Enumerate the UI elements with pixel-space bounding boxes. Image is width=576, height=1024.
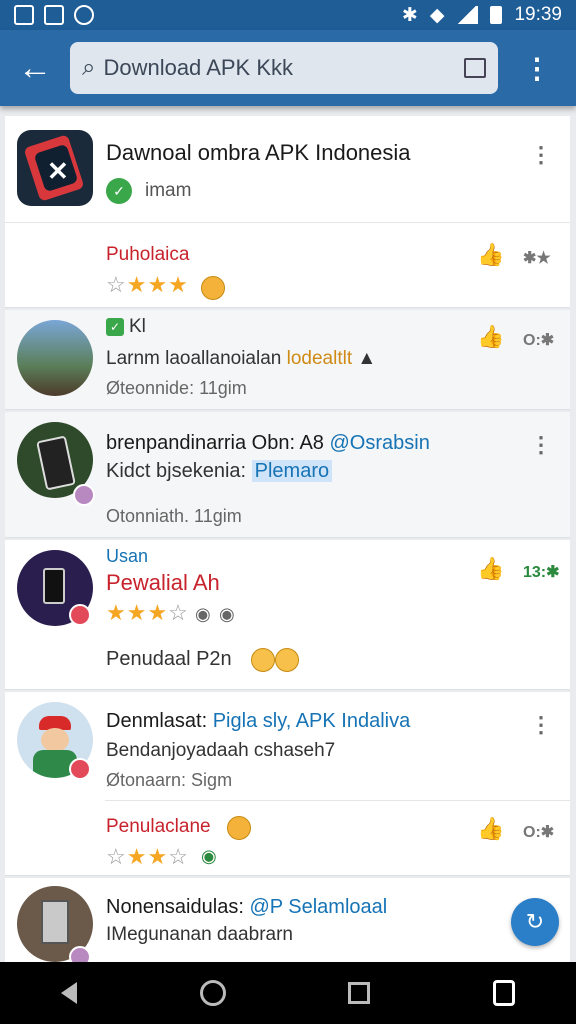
badge-icon (73, 484, 95, 506)
post-title-main: Nonensaidulas: (106, 896, 250, 918)
post-menu-icon[interactable]: ⋮ (530, 712, 552, 738)
post-author[interactable]: imam (145, 180, 191, 202)
wifi-icon: ◆ (429, 4, 445, 26)
feed: ✕ Dawnoal ombra APK Indonesia ✓ imam ⋮ P… (0, 106, 576, 962)
verified-icon: ✓ (106, 178, 132, 204)
app-bar: ← ⌕ Download APK Kkk ⋮ (0, 30, 576, 106)
like-icon[interactable]: 👍 (477, 556, 504, 582)
post-title[interactable]: Denmlasat: Pigla sly, APK Indaliva (106, 710, 410, 733)
status-time: 19:39 (514, 4, 562, 25)
scan-icon[interactable] (464, 58, 486, 78)
post-card[interactable]: Usan Pewalial Ah ★★★☆ ◉ ◉ Penudaal P2n 👍… (5, 540, 570, 690)
post-card[interactable]: ✓ Kl Larnm laoallanoialan lodealtlt ▲ Øt… (5, 310, 570, 410)
gallery-icon (44, 5, 64, 25)
post-text-main: Kidct bjsekenia: (106, 460, 252, 482)
post-card[interactable]: ✕ Dawnoal ombra APK Indonesia ✓ imam ⋮ P… (5, 116, 570, 308)
post-title-main: Denmlasat: (106, 710, 213, 732)
fire-emoji-icon: ▲ (357, 348, 377, 369)
like-count: O:✱ (523, 332, 555, 349)
post-tag: Kl (129, 316, 146, 337)
post-caption: Penudaal P2n (106, 648, 232, 670)
signal-icon (456, 6, 479, 24)
wow-emoji-icon (227, 816, 251, 840)
home-nav-icon[interactable] (199, 980, 226, 1006)
overflow-menu-icon[interactable]: ⋮ (498, 52, 576, 85)
mention-link[interactable]: @Osrabsin (330, 432, 430, 454)
laugh-emoji-icon (275, 648, 299, 672)
like-count: O:✱ (523, 824, 555, 841)
post-text: Bendanjoyadaah cshaseh7 (106, 740, 336, 761)
post-title[interactable]: Dawnoal ombra APK Indonesia (106, 140, 411, 166)
post-link[interactable]: Plemaro (251, 460, 333, 482)
post-menu-icon[interactable]: ⋮ (530, 142, 552, 168)
rating-stars: ★★★☆ (106, 600, 189, 625)
post-menu-icon[interactable]: ⋮ (530, 432, 552, 458)
post-text-main: Larnm laoallanoialan (106, 348, 287, 369)
back-button[interactable]: ← (0, 30, 70, 106)
recents-nav-icon[interactable] (348, 982, 371, 1004)
post-text: IMegunanan daabrarn (106, 924, 293, 945)
info-icon: ◉ (195, 604, 211, 624)
status-bar: ✱ ◆ 19:39 (0, 0, 576, 30)
like-count: ✱★ (523, 250, 551, 267)
image-icon (14, 5, 34, 25)
search-input[interactable]: Download APK Kkk (103, 55, 464, 81)
app-logo-icon: ✕ (17, 130, 93, 206)
like-icon[interactable]: 👍 (477, 242, 504, 268)
post-title-main: brenpandinarria Obn: A8 (106, 432, 330, 454)
avatar (17, 320, 93, 396)
badge-icon (69, 604, 91, 626)
tag-icon: ✓ (106, 318, 124, 336)
badge-icon (69, 758, 91, 780)
post-title[interactable]: Nonensaidulas: @P Selamloaal (106, 896, 387, 919)
like-icon[interactable]: 👍 (477, 816, 504, 842)
wow-emoji-icon (201, 276, 225, 300)
bluetooth-icon: ✱ (401, 4, 418, 26)
badge-icon (69, 946, 91, 962)
post-meta: Øtonaarn: Sigm (106, 770, 233, 790)
post-title[interactable]: Pewalial Ah (106, 570, 220, 596)
post-text: Larnm laoallanoialan lodealtlt ▲ (106, 348, 376, 370)
sync-icon (74, 5, 94, 25)
post-meta: Otonniath. 11gim (106, 506, 242, 526)
search-box[interactable]: ⌕ Download APK Kkk (70, 42, 498, 94)
rating-stars: ☆★★★ (106, 272, 189, 297)
battery-icon (490, 6, 503, 24)
face-icon: ◉ (219, 604, 235, 624)
reply-label: Penulaclane (106, 816, 211, 837)
compose-button[interactable]: ↻ (511, 898, 559, 946)
post-text-highlight: lodealtlt (286, 348, 353, 369)
clap-icon: ◉ (201, 846, 217, 866)
post-card[interactable]: Nonensaidulas: @P Selamloaal IMegunanan … (5, 878, 570, 962)
search-icon: ⌕ (82, 54, 96, 81)
mention-link[interactable]: @P Selamloaal (249, 896, 387, 918)
post-text: Kidct bjsekenia: Plemaro (106, 460, 333, 483)
mention-link[interactable]: Pigla sly, APK Indaliva (213, 710, 411, 732)
post-tag: Usan (106, 546, 149, 566)
like-icon[interactable]: 👍 (477, 324, 504, 350)
reply-label: Puholaica (106, 244, 190, 265)
navigation-bar (0, 962, 576, 1024)
post-card[interactable]: brenpandinarria Obn: A8 @Osrabsin Kidct … (5, 412, 570, 538)
grin-emoji-icon (251, 648, 275, 672)
back-nav-icon[interactable] (61, 982, 78, 1004)
post-card[interactable]: Denmlasat: Pigla sly, APK Indaliva Benda… (5, 692, 570, 876)
post-title[interactable]: brenpandinarria Obn: A8 @Osrabsin (106, 432, 430, 455)
post-meta: Øteonnide: 11gim (106, 378, 247, 398)
lock-icon[interactable] (492, 980, 515, 1006)
like-count: 13:✱ (523, 564, 560, 581)
rating-stars: ☆★★☆ (106, 844, 189, 869)
